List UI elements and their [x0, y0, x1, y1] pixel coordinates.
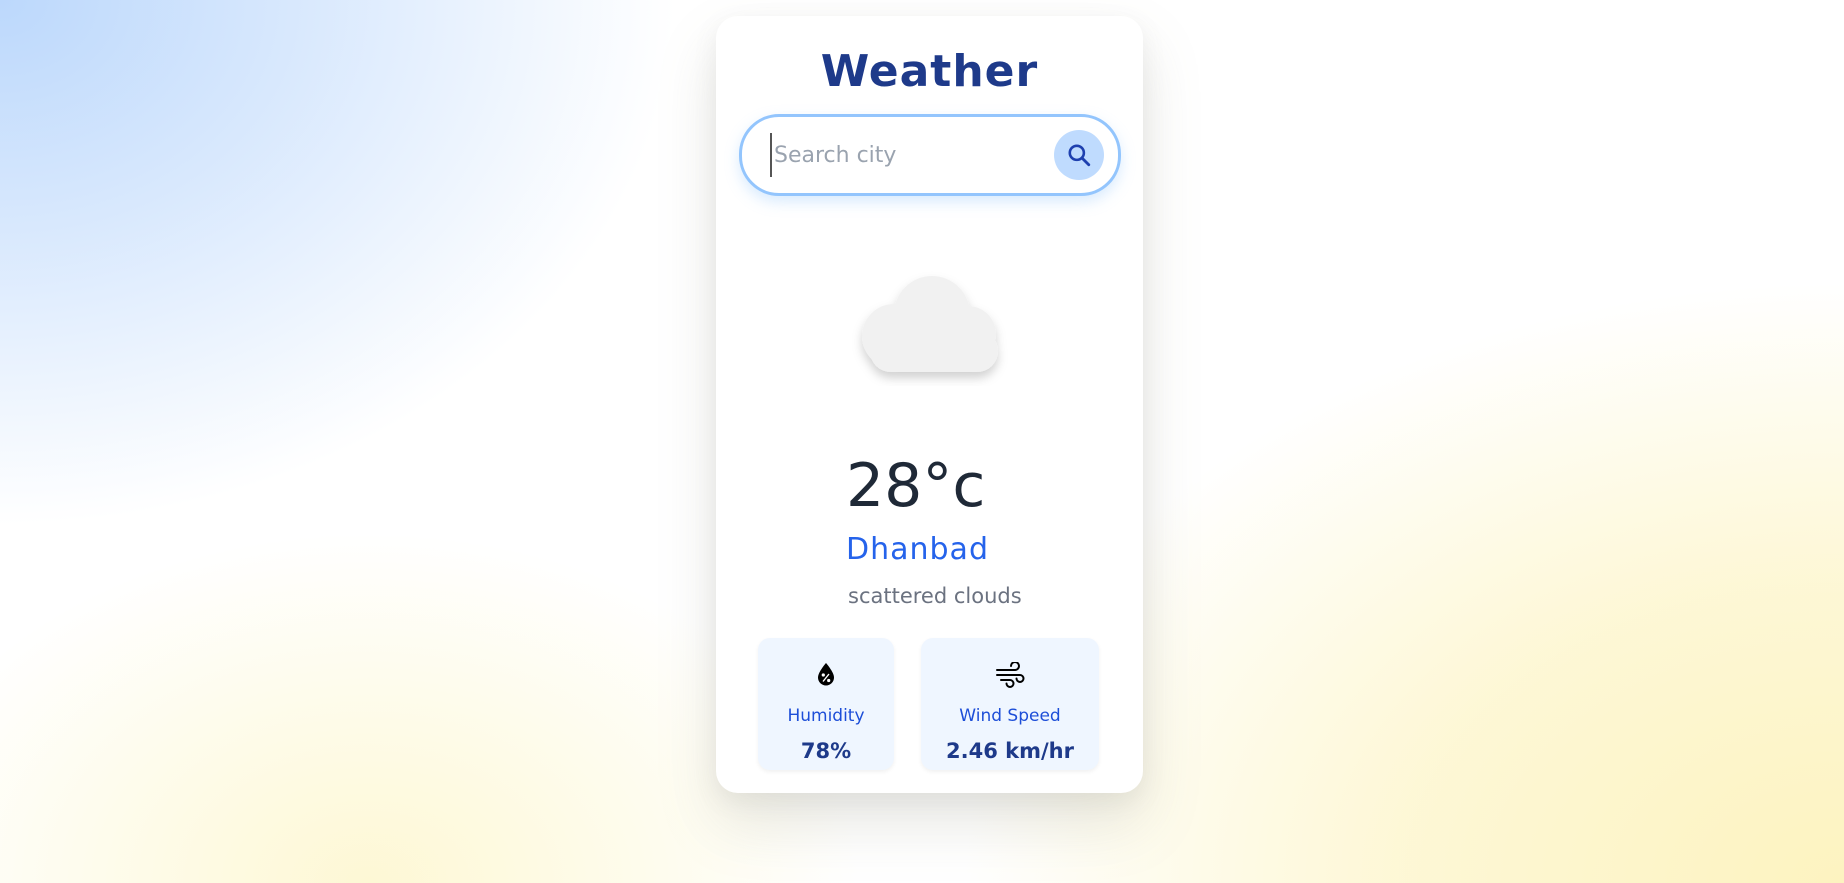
temperature: 28°c [846, 451, 986, 521]
weather-card: Weather 28°c Dhanbad scattere [716, 16, 1143, 793]
wind-icon [996, 662, 1025, 688]
weather-condition-image [846, 266, 1016, 386]
search-input[interactable] [770, 133, 1034, 177]
humidity-card: Humidity 78% [758, 638, 894, 770]
humidity-value: 78% [800, 739, 852, 763]
wind-speed-label: Wind Speed [959, 706, 1061, 726]
search-button[interactable] [1054, 130, 1104, 180]
city-name: Dhanbad [846, 532, 989, 567]
cloud-icon [862, 276, 998, 372]
search-bar [739, 114, 1121, 196]
weather-description: scattered clouds [848, 584, 1022, 608]
humidity-icon [818, 663, 834, 686]
wind-speed-value: 2.46 km/hr [946, 739, 1074, 763]
wind-speed-card: Wind Speed 2.46 km/hr [921, 638, 1099, 770]
search-icon [1068, 144, 1091, 167]
app-title: Weather [820, 46, 1039, 97]
humidity-label: Humidity [787, 706, 865, 726]
